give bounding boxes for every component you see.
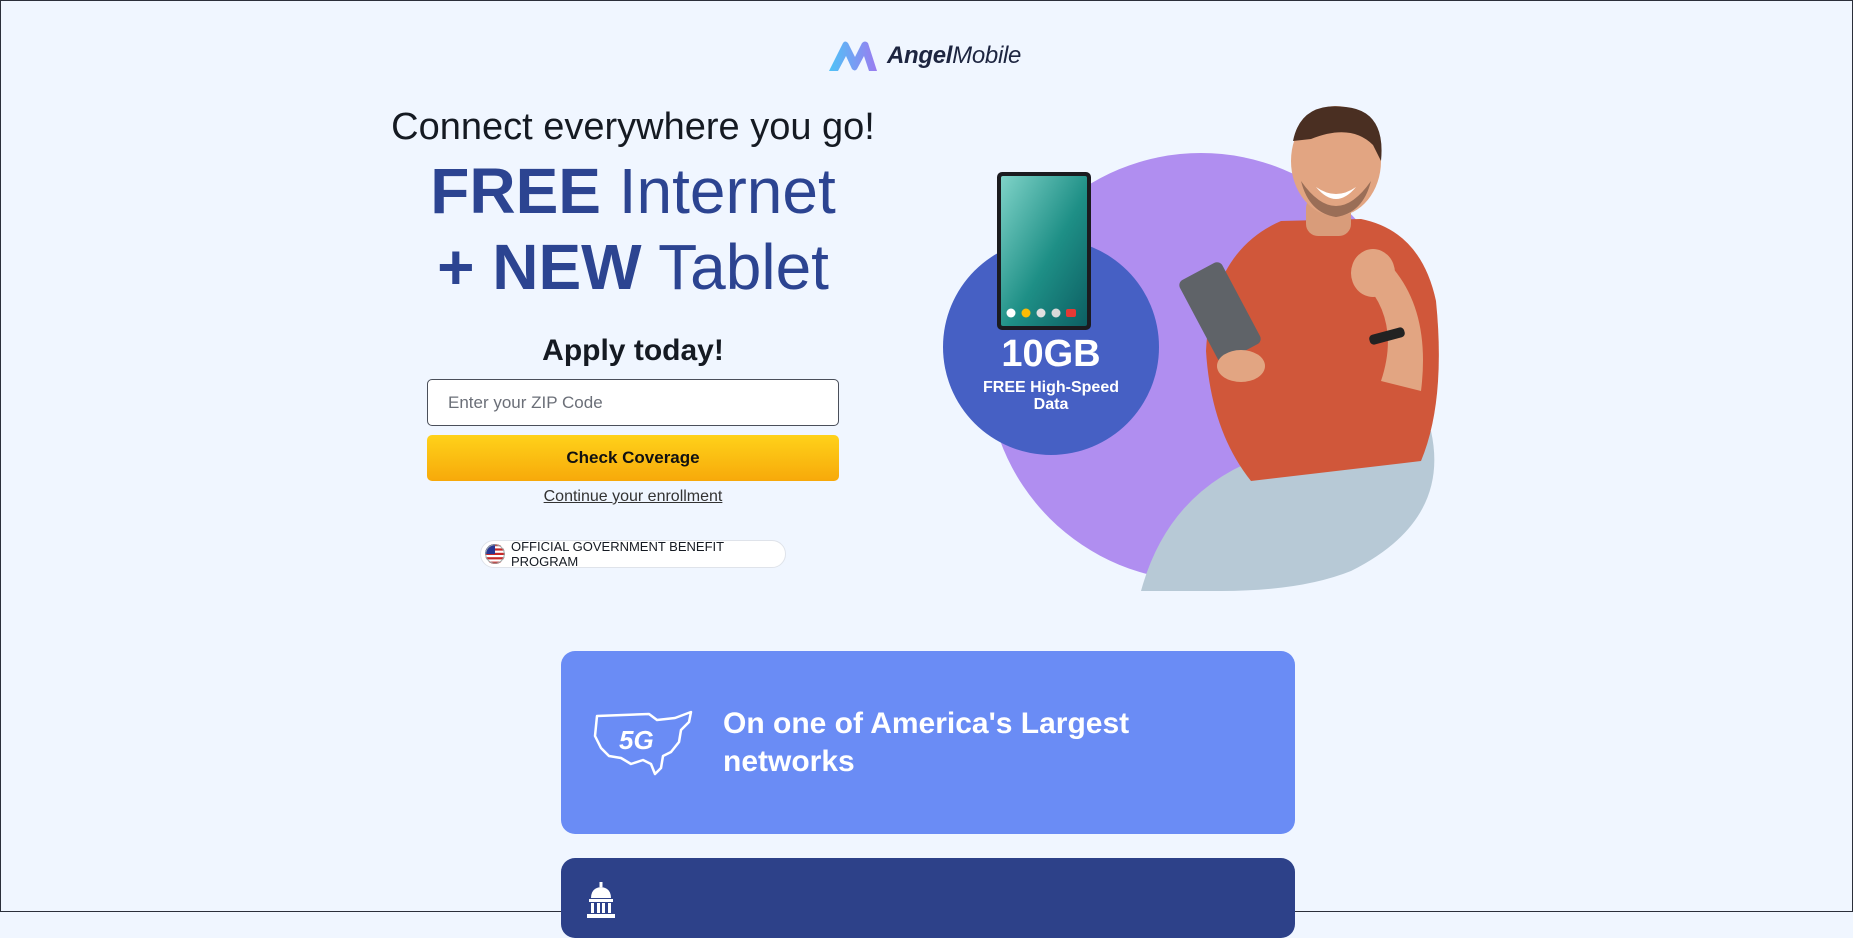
headline-line-2: + NEW Tablet xyxy=(437,231,829,303)
smiling-man-with-tablet-image xyxy=(1141,106,1439,591)
check-coverage-button[interactable]: Check Coverage xyxy=(427,435,839,481)
capitol-building-icon xyxy=(587,882,615,918)
brand-name: AngelMobile xyxy=(887,42,1022,69)
feature-title-network: On one of America's Largest networks xyxy=(723,706,1130,778)
continue-enrollment-link[interactable]: Continue your enrollment xyxy=(427,488,839,506)
angel-mobile-logo-icon xyxy=(829,41,877,71)
feature-card-government xyxy=(561,858,1295,938)
svg-text:5G: 5G xyxy=(619,725,654,755)
badge-text: OFFICIAL GOVERNMENT BENEFIT PROGRAM xyxy=(511,539,724,569)
us-flag-icon xyxy=(485,544,505,564)
usa-5g-map-icon: 5G xyxy=(593,710,693,775)
apply-heading: Apply today! xyxy=(542,334,724,367)
feature-card-network: 5G On one of America's Largest networks xyxy=(561,651,1295,834)
hero-illustration: 10GB FREE High-Speed Data xyxy=(921,101,1461,591)
tagline: Connect everywhere you go! xyxy=(391,106,875,148)
tablet-image xyxy=(997,172,1091,330)
hero-copy: Connect everywhere you go! FREE Internet… xyxy=(361,101,905,371)
headline-line-1: FREE Internet xyxy=(430,155,836,227)
government-program-badge: OFFICIAL GOVERNMENT BENEFIT PROGRAM xyxy=(480,539,786,569)
zip-code-input[interactable] xyxy=(427,379,839,426)
brand-logo[interactable]: AngelMobile xyxy=(827,39,1021,73)
